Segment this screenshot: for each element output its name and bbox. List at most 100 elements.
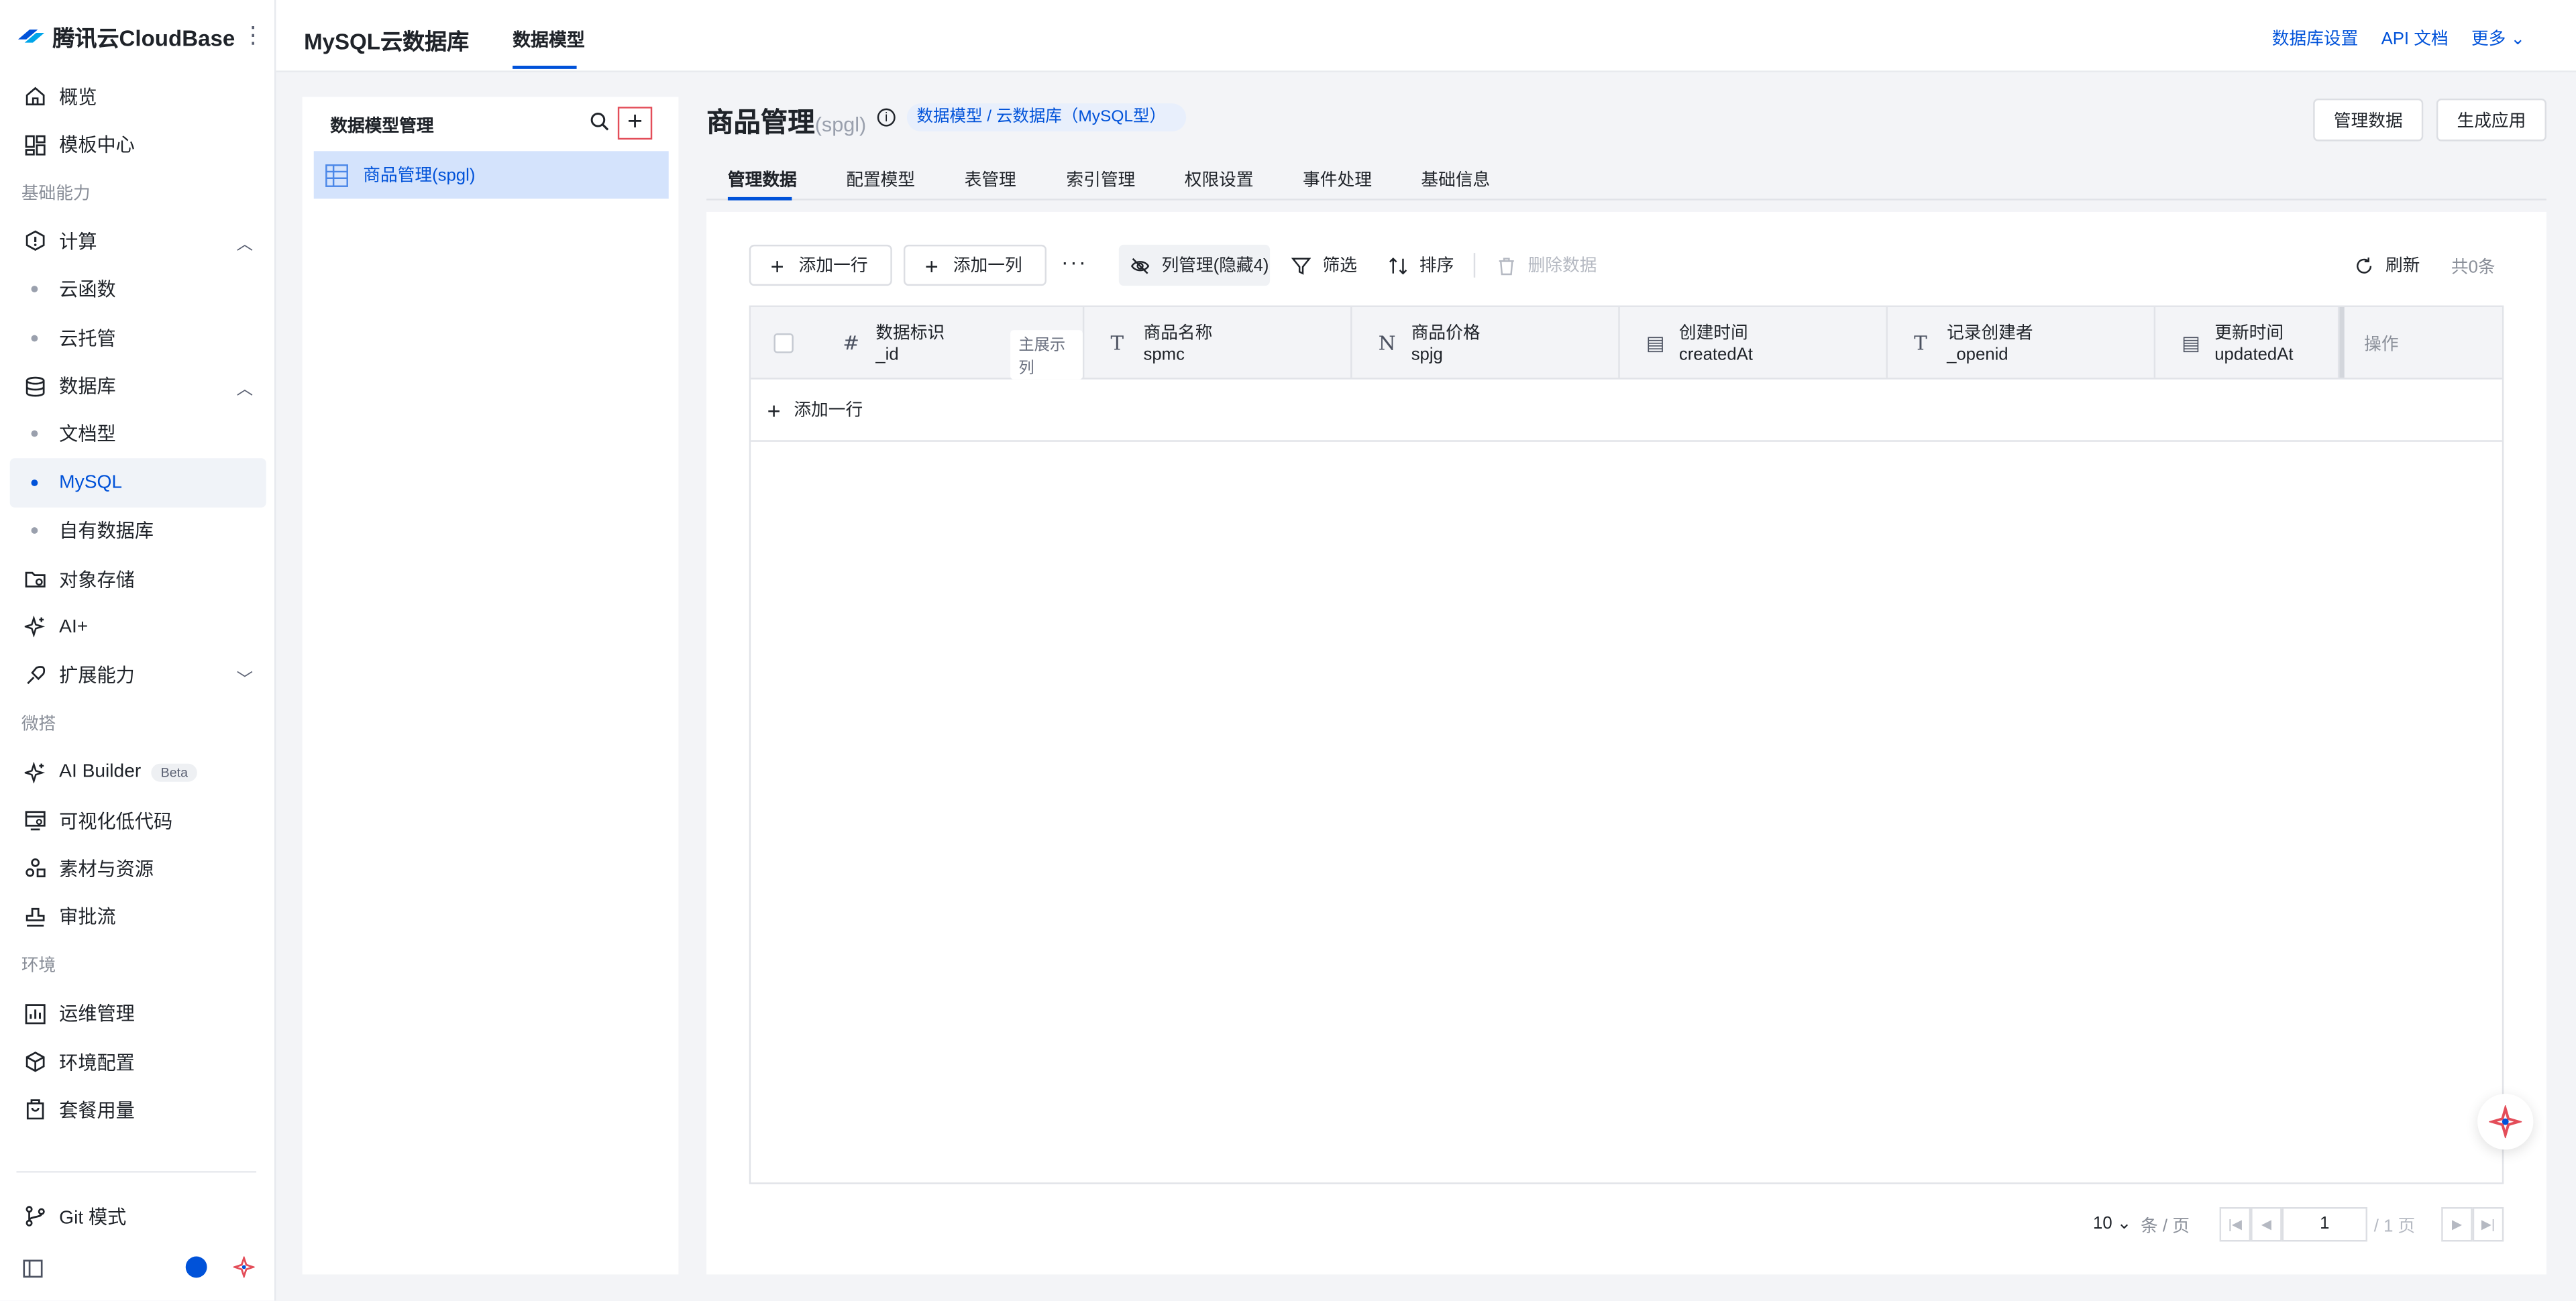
eye-off-icon	[1130, 257, 1150, 274]
sidebar-item-label: MySQL	[59, 472, 123, 493]
column-header-id[interactable]: # 数据标识 _id 主展示列	[816, 306, 1085, 380]
sidebar-item-9[interactable]: 自有数据库	[10, 507, 266, 555]
sidebar-item-7[interactable]: 文档型	[10, 410, 266, 459]
sidebar-item-label: Git 模式	[59, 1208, 127, 1229]
ai-assistant-icon[interactable]	[233, 1256, 255, 1278]
generate-app-button[interactable]: 生成应用	[2436, 98, 2546, 142]
delete-data-button[interactable]: 删除数据	[1497, 245, 1597, 286]
sidebar-item-12[interactable]: 扩展能力 ﹀	[10, 651, 266, 699]
column-header-spjg[interactable]: N 商品价格 spjg	[1352, 306, 1620, 378]
tab-manage-data[interactable]: 管理数据	[728, 168, 797, 192]
sidebar-item-10[interactable]: 对象存储	[10, 555, 266, 604]
sidebar-item-label: 文档型	[59, 426, 116, 446]
page-title: MySQL云数据库	[304, 30, 470, 54]
tab-permissions[interactable]: 权限设置	[1185, 168, 1254, 192]
sidebar-item-label: 对象存储	[59, 571, 135, 591]
model-item-label: 商品管理(spgl)	[363, 166, 476, 186]
floating-ai-button[interactable]	[2477, 1094, 2534, 1150]
api-docs-link[interactable]: API 文档	[2381, 26, 2449, 51]
column-header-openid[interactable]: T 记录创建者 _openid	[1888, 306, 2156, 378]
search-icon[interactable]	[590, 112, 609, 131]
user-avatar-icon[interactable]	[185, 1256, 207, 1278]
last-page-icon[interactable]: ▶|	[2472, 1207, 2504, 1242]
sparkle-icon	[23, 760, 46, 783]
sidebar-item-1[interactable]: 模板中心	[10, 121, 266, 169]
column-field: createdAt	[1678, 345, 1753, 365]
sidebar-item-11[interactable]: AI+	[10, 604, 266, 652]
sidebar-item-0[interactable]: 概览	[10, 72, 266, 121]
field-type-icon: #	[843, 331, 859, 355]
sidebar-item-6[interactable]: 数据库 ︿	[10, 362, 266, 410]
page-number-input[interactable]: 1	[2282, 1207, 2368, 1242]
manage-data-button[interactable]: 管理数据	[2313, 98, 2424, 142]
add-column-label: 添加一列	[953, 256, 1022, 276]
info-icon[interactable]: i	[877, 108, 896, 127]
sidebar-item-8[interactable]: MySQL	[9, 458, 266, 507]
sidebar-item-git[interactable]: Git 模式	[10, 1192, 266, 1241]
column-header-spmc[interactable]: T 商品名称 spmc	[1084, 306, 1352, 378]
plus-icon: +	[627, 108, 643, 137]
add-row-button[interactable]: + 添加一行	[749, 244, 892, 286]
column-manage-button[interactable]: 列管理(隐藏4)	[1118, 244, 1271, 286]
tab-data-model[interactable]: 数据模型	[513, 26, 585, 52]
plus-icon: +	[770, 251, 784, 279]
tab-events[interactable]: 事件处理	[1303, 168, 1372, 192]
sidebar-item-20[interactable]: 环境配置	[10, 1037, 266, 1086]
page-header: 商品管理(spgl) i 数据模型 / 云数据库（MySQL型） 管理数据 生成…	[706, 98, 2546, 142]
brand[interactable]: 腾讯云CloudBase ⋮	[16, 19, 264, 52]
tab-index-manage[interactable]: 索引管理	[1066, 168, 1135, 192]
sidebar-item-17[interactable]: 审批流	[10, 893, 266, 941]
select-all-checkbox[interactable]	[773, 333, 794, 353]
more-menu-label: 更多	[2471, 30, 2506, 50]
model-list-panel: 数据模型管理 + 商品管理(spgl)	[302, 97, 679, 1275]
page-size-select[interactable]: 10 ⌄	[2093, 1214, 2131, 1233]
first-page-icon[interactable]: |◀	[2219, 1207, 2251, 1242]
db-settings-link[interactable]: 数据库设置	[2272, 26, 2359, 51]
next-page-icon[interactable]: ▶	[2441, 1207, 2473, 1242]
page-total: / 1 页	[2373, 1217, 2416, 1237]
sidebar-item-label: 可视化低代码	[59, 812, 173, 832]
bullet-dot-icon	[31, 286, 38, 293]
pagination: 10 ⌄ 条 / 页 |◀ ◀ 1 / 1 页 ▶ ▶|	[2093, 1207, 2504, 1242]
sidebar-item-14[interactable]: AI Builder Beta	[10, 748, 266, 796]
add-model-button[interactable]: +	[617, 107, 653, 140]
refresh-button[interactable]: 刷新	[2354, 245, 2420, 286]
sidebar-item-19[interactable]: 运维管理	[10, 989, 266, 1037]
collapse-sidebar-icon[interactable]	[23, 1259, 43, 1278]
more-horizontal-icon[interactable]: ···	[1061, 249, 1087, 274]
add-row-label: 添加一行	[798, 256, 868, 276]
sidebar-item-5[interactable]: 云托管	[10, 314, 266, 362]
chevron-up-icon[interactable]: ︿	[237, 375, 253, 400]
prev-page-icon[interactable]: ◀	[2251, 1207, 2282, 1242]
plus-icon: +	[767, 396, 781, 423]
data-table: 操作 # 数据标识 _id 主展示列 T 商品名称 spmc N 商品价格 spjg ▤ 创建时间 cr…	[749, 305, 2504, 1184]
sidebar-item-21[interactable]: 套餐用量	[10, 1086, 266, 1134]
tab-table-manage[interactable]: 表管理	[965, 168, 1016, 192]
add-column-button[interactable]: + 添加一列	[903, 244, 1047, 286]
more-menu-link[interactable]: 更多 ⌄	[2471, 26, 2525, 51]
column-header-updatedAt[interactable]: ▤ 更新时间 updatedAt	[2155, 306, 2340, 378]
data-toolbar: + 添加一行 + 添加一列 ··· 列管理(隐藏4) 筛选 排序 删除数据 刷新…	[749, 244, 2504, 286]
storage-icon	[23, 567, 46, 590]
table-add-row[interactable]: + 添加一行	[751, 380, 2502, 442]
tab-basic-info[interactable]: 基础信息	[1421, 168, 1490, 192]
home-icon	[23, 85, 46, 108]
column-header-createdAt[interactable]: ▤ 创建时间 createdAt	[1620, 306, 1888, 378]
chevron-up-icon[interactable]: ︿	[237, 230, 253, 255]
filter-button[interactable]: 筛选	[1291, 245, 1357, 286]
more-vertical-icon[interactable]: ⋮	[241, 21, 264, 50]
sidebar-group-label: 环境	[21, 956, 56, 976]
tab-config-model[interactable]: 配置模型	[846, 168, 915, 192]
table-header: 操作 # 数据标识 _id 主展示列 T 商品名称 spmc N 商品价格 spjg ▤ 创建时间 cr…	[751, 306, 2502, 380]
sidebar-item-3[interactable]: 计算 ︿	[10, 217, 266, 266]
toolbar-divider	[1473, 253, 1476, 278]
chevron-down-icon[interactable]: ﹀	[237, 665, 253, 689]
field-type-icon: ▤	[2182, 331, 2201, 355]
sidebar-item-label: 素材与资源	[59, 860, 154, 881]
model-item-spgl[interactable]: 商品管理(spgl)	[313, 151, 669, 199]
sidebar-item-4[interactable]: 云函数	[10, 266, 266, 314]
sidebar-item-16[interactable]: 素材与资源	[10, 844, 266, 893]
sidebar-group-label: 微搭	[21, 714, 56, 735]
sidebar-item-15[interactable]: 可视化低代码	[10, 796, 266, 844]
sort-button[interactable]: 排序	[1388, 245, 1454, 286]
